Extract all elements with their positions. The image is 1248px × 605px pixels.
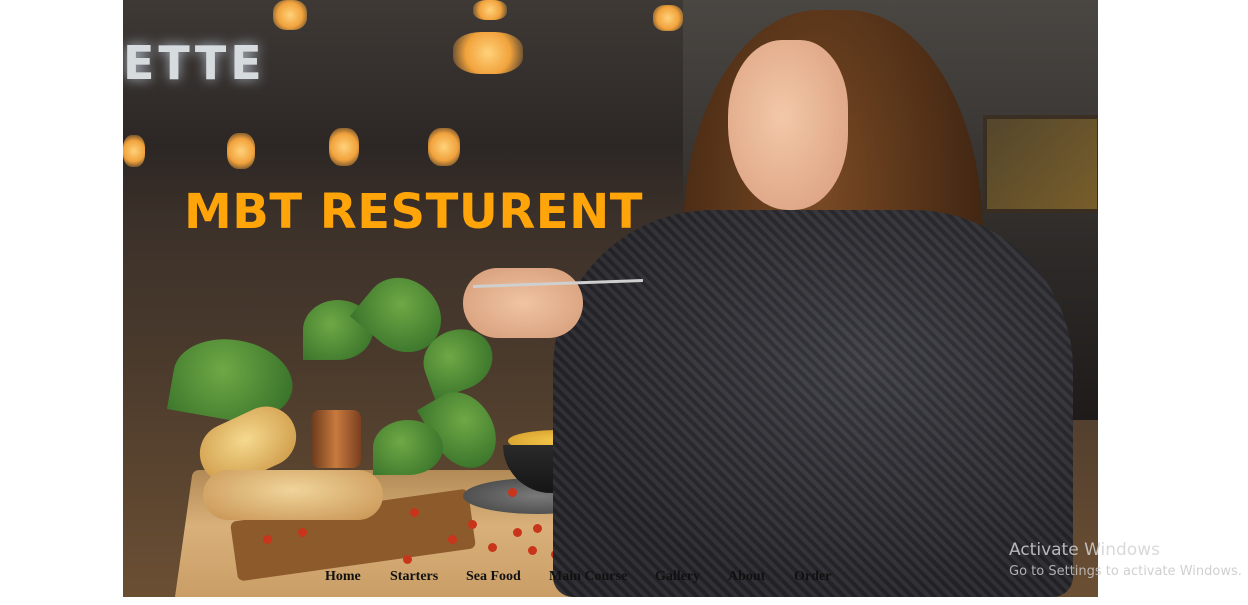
tomato — [448, 535, 457, 544]
tomato — [263, 535, 272, 544]
hanging-bulb — [273, 0, 307, 30]
tomato — [410, 508, 419, 517]
hanging-bulb — [123, 135, 145, 167]
hanging-bulb — [428, 128, 460, 166]
face — [728, 40, 848, 210]
nav-starters[interactable]: Starters — [390, 569, 438, 585]
tomato — [488, 543, 497, 552]
nav-gallery[interactable]: Gallery — [655, 569, 700, 585]
tomato — [513, 528, 522, 537]
nav-order[interactable]: Order — [794, 569, 831, 585]
wall-picture — [983, 115, 1098, 213]
site-title: MBT RESTURENT — [184, 184, 644, 240]
tomato — [298, 528, 307, 537]
nav-about[interactable]: About — [728, 569, 765, 585]
tomato — [508, 488, 517, 497]
tomato — [403, 555, 412, 564]
nav-home[interactable]: Home — [325, 569, 361, 585]
nav-main-course[interactable]: Main Course — [549, 569, 627, 585]
plant-leaf — [373, 420, 443, 475]
activate-windows-watermark: Activate Windows Go to Settings to activ… — [1009, 540, 1242, 579]
tomato — [468, 520, 477, 529]
copper-pot — [311, 410, 361, 468]
hanging-bulb — [653, 5, 683, 31]
neon-sign: ETTE — [123, 36, 266, 90]
hand — [463, 268, 583, 338]
bread — [203, 470, 383, 520]
watermark-subtitle: Go to Settings to activate Windows. — [1009, 564, 1242, 579]
hanging-bulb — [453, 32, 523, 74]
main-nav: Home Starters Sea Food Main Course Galle… — [123, 569, 1098, 589]
watermark-title: Activate Windows — [1009, 540, 1160, 560]
sweater — [553, 210, 1073, 597]
hanging-bulb — [473, 0, 507, 20]
tomato — [533, 524, 542, 533]
nav-sea-food[interactable]: Sea Food — [466, 569, 521, 585]
hero-image: ETTE MBT RESTURENT Home Starters Sea Foo… — [123, 0, 1098, 597]
hanging-bulb — [227, 133, 255, 169]
hanging-bulb — [329, 128, 359, 166]
tomato — [528, 546, 537, 555]
